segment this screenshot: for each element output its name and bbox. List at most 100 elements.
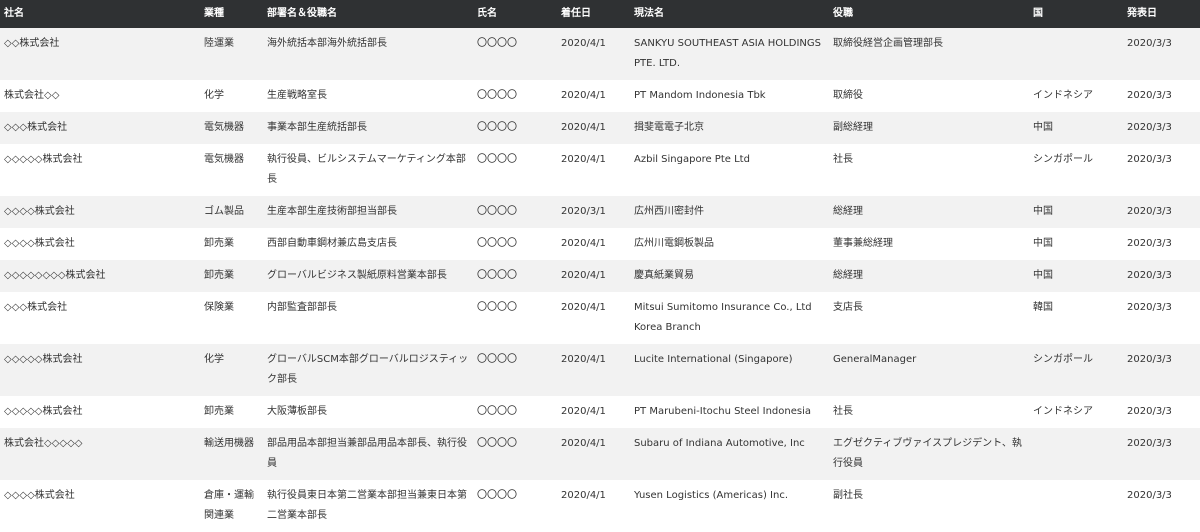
- header-country[interactable]: 国: [1029, 0, 1123, 28]
- cell-position: 副社長: [829, 480, 1029, 532]
- cell-name: 〇〇〇〇: [473, 196, 557, 228]
- cell-industry: ゴム製品: [200, 196, 263, 228]
- cell-start-date: 2020/4/1: [557, 144, 630, 196]
- cell-department-title: 大阪薄板部長: [263, 396, 473, 428]
- cell-country: 中国: [1029, 112, 1123, 144]
- header-position[interactable]: 役職: [829, 0, 1029, 28]
- cell-company: ◇◇◇◇株式会社: [0, 228, 200, 260]
- cell-position: 総経理: [829, 260, 1029, 292]
- cell-name: 〇〇〇〇: [473, 428, 557, 480]
- cell-name: 〇〇〇〇: [473, 144, 557, 196]
- cell-company: ◇◇◇◇◇株式会社: [0, 344, 200, 396]
- cell-department-title: グローバルビジネス製紙原料営業本部長: [263, 260, 473, 292]
- table-row: 株式会社◇◇ 化学 生産戦略室長 〇〇〇〇 2020/4/1 PT Mandom Indo…: [0, 80, 1200, 112]
- cell-name: 〇〇〇〇: [473, 292, 557, 344]
- cell-start-date: 2020/4/1: [557, 292, 630, 344]
- table-row: ◇◇◇◇株式会社 倉庫・運輸関連業 執行役員東日本第二営業本部担当兼東日本第二営業本…: [0, 480, 1200, 532]
- table-row: ◇◇◇株式会社 電気機器 事業本部生産統括部長 〇〇〇〇 2020/4/1 揖斐電電子北京…: [0, 112, 1200, 144]
- cell-industry: 倉庫・運輸関連業: [200, 480, 263, 532]
- cell-industry: 電気機器: [200, 112, 263, 144]
- cell-local-entity: Lucite International (Singapore): [630, 344, 829, 396]
- cell-name: 〇〇〇〇: [473, 28, 557, 80]
- cell-department-title: グローバルSCM本部グローバルロジスティック部長: [263, 344, 473, 396]
- cell-start-date: 2020/4/1: [557, 396, 630, 428]
- cell-local-entity: Mitsui Sumitomo Insurance Co., Ltd Korea…: [630, 292, 829, 344]
- header-local-entity[interactable]: 現法名: [630, 0, 829, 28]
- cell-local-entity: 広州西川密封件: [630, 196, 829, 228]
- cell-country: [1029, 480, 1123, 532]
- cell-local-entity: Yusen Logistics (Americas) Inc.: [630, 480, 829, 532]
- cell-local-entity: 揖斐電電子北京: [630, 112, 829, 144]
- cell-announce-date: 2020/3/3: [1123, 80, 1200, 112]
- cell-position: 取締役: [829, 80, 1029, 112]
- cell-announce-date: 2020/3/3: [1123, 28, 1200, 80]
- cell-local-entity: 慶真紙業貿易: [630, 260, 829, 292]
- cell-name: 〇〇〇〇: [473, 396, 557, 428]
- cell-position: 総経理: [829, 196, 1029, 228]
- personnel-table: 社名 業種 部署名＆役職名 氏名 着任日 現法名 役職 国 発表日 ◇◇株式会社…: [0, 0, 1200, 532]
- cell-country: シンガポール: [1029, 144, 1123, 196]
- cell-industry: 輸送用機器: [200, 428, 263, 480]
- cell-country: [1029, 428, 1123, 480]
- cell-industry: 卸売業: [200, 228, 263, 260]
- cell-industry: 電気機器: [200, 144, 263, 196]
- cell-announce-date: 2020/3/3: [1123, 228, 1200, 260]
- cell-industry: 陸運業: [200, 28, 263, 80]
- header-industry[interactable]: 業種: [200, 0, 263, 28]
- cell-announce-date: 2020/3/3: [1123, 196, 1200, 228]
- cell-local-entity: PT Marubeni-Itochu Steel Indonesia: [630, 396, 829, 428]
- cell-department-title: 生産本部生産技術部担当部長: [263, 196, 473, 228]
- table-row: ◇◇◇◇株式会社 卸売業 西部自動車鋼材兼広島支店長 〇〇〇〇 2020/4/1 広州川電…: [0, 228, 1200, 260]
- cell-position: エグゼクティブヴァイスプレジデント、執行役員: [829, 428, 1029, 480]
- header-announce-date[interactable]: 発表日: [1123, 0, 1200, 28]
- cell-announce-date: 2020/3/3: [1123, 396, 1200, 428]
- cell-announce-date: 2020/3/3: [1123, 112, 1200, 144]
- header-company[interactable]: 社名: [0, 0, 200, 28]
- cell-department-title: 部品用品本部担当兼部品用品本部長、執行役員: [263, 428, 473, 480]
- cell-company: 株式会社◇◇: [0, 80, 200, 112]
- cell-announce-date: 2020/3/3: [1123, 428, 1200, 480]
- cell-company: ◇◇株式会社: [0, 28, 200, 80]
- cell-position: 支店長: [829, 292, 1029, 344]
- cell-announce-date: 2020/3/3: [1123, 260, 1200, 292]
- cell-country: [1029, 28, 1123, 80]
- cell-position: GeneralManager: [829, 344, 1029, 396]
- cell-company: ◇◇◇◇株式会社: [0, 480, 200, 532]
- cell-country: 中国: [1029, 196, 1123, 228]
- cell-start-date: 2020/4/1: [557, 28, 630, 80]
- cell-department-title: 執行役員、ビルシステムマーケティング本部長: [263, 144, 473, 196]
- cell-local-entity: Subaru of Indiana Automotive, Inc: [630, 428, 829, 480]
- header-department-title[interactable]: 部署名＆役職名: [263, 0, 473, 28]
- cell-announce-date: 2020/3/3: [1123, 344, 1200, 396]
- cell-company: ◇◇◇株式会社: [0, 112, 200, 144]
- cell-start-date: 2020/4/1: [557, 112, 630, 144]
- cell-start-date: 2020/4/1: [557, 228, 630, 260]
- cell-announce-date: 2020/3/3: [1123, 480, 1200, 532]
- cell-start-date: 2020/4/1: [557, 344, 630, 396]
- cell-department-title: 海外統括本部海外統括部長: [263, 28, 473, 80]
- cell-department-title: 執行役員東日本第二営業本部担当兼東日本第二営業本部長: [263, 480, 473, 532]
- cell-start-date: 2020/4/1: [557, 480, 630, 532]
- cell-position: 副総経理: [829, 112, 1029, 144]
- cell-industry: 化学: [200, 344, 263, 396]
- cell-name: 〇〇〇〇: [473, 228, 557, 260]
- cell-company: ◇◇◇◇◇株式会社: [0, 144, 200, 196]
- cell-start-date: 2020/3/1: [557, 196, 630, 228]
- cell-country: 中国: [1029, 228, 1123, 260]
- header-start-date[interactable]: 着任日: [557, 0, 630, 28]
- cell-company: ◇◇◇◇◇◇◇◇株式会社: [0, 260, 200, 292]
- cell-country: シンガポール: [1029, 344, 1123, 396]
- cell-name: 〇〇〇〇: [473, 112, 557, 144]
- cell-company: ◇◇◇◇◇株式会社: [0, 396, 200, 428]
- table-row: ◇◇◇◇◇株式会社 化学 グローバルSCM本部グローバルロジスティック部長 〇〇〇〇 2…: [0, 344, 1200, 396]
- header-name[interactable]: 氏名: [473, 0, 557, 28]
- cell-industry: 保険業: [200, 292, 263, 344]
- cell-department-title: 事業本部生産統括部長: [263, 112, 473, 144]
- cell-country: 中国: [1029, 260, 1123, 292]
- cell-local-entity: SANKYU SOUTHEAST ASIA HOLDINGS PTE. LTD.: [630, 28, 829, 80]
- cell-name: 〇〇〇〇: [473, 480, 557, 532]
- cell-country: インドネシア: [1029, 80, 1123, 112]
- cell-start-date: 2020/4/1: [557, 428, 630, 480]
- cell-industry: 化学: [200, 80, 263, 112]
- cell-position: 社長: [829, 144, 1029, 196]
